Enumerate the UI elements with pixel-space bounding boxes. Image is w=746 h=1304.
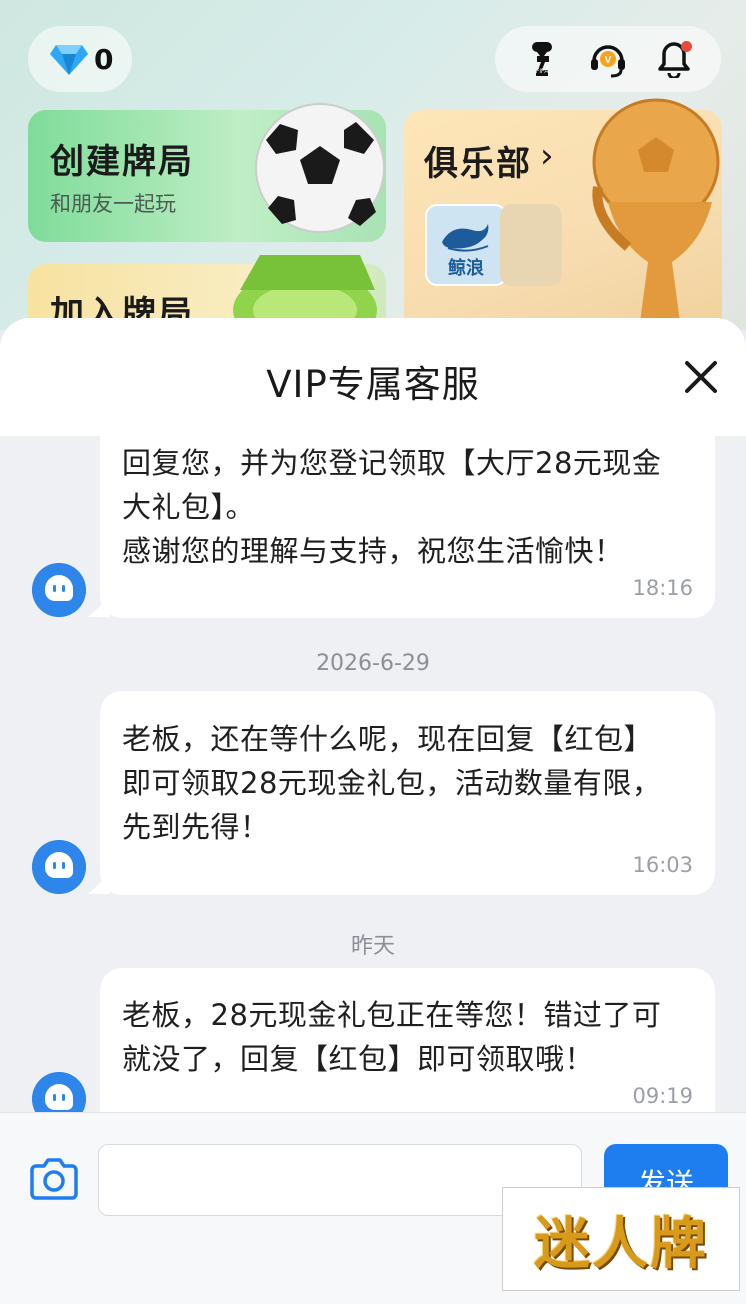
message-time: 16:03 [632,853,693,877]
trophy-icon [592,98,720,322]
svg-text:FIFA: FIFA [536,69,549,75]
notification-badge [681,41,692,52]
sheet-title: VIP专属客服 [266,363,480,406]
message-line: 老板，还在等什么呢，现在回复【红包】 [122,722,654,756]
message-time: 18:16 [632,576,693,600]
diamond-count: 0 [94,42,114,76]
vip-support-icon[interactable]: V [588,39,628,79]
notification-bell-icon[interactable] [654,39,694,79]
date-separator: 2026-6-29 [316,651,430,676]
top-icon-bar: FIFA V [495,26,721,92]
message-time: 09:19 [632,1084,693,1108]
message-line: 大礼包】。 [122,490,256,524]
support-agent-avatar-icon [32,1072,86,1112]
message-line: 老板，28元现金礼包正在等您！错过了可 [122,998,662,1032]
support-agent-avatar-icon [32,563,86,617]
club-title: 俱乐部 [424,144,532,184]
chevron-right-icon: › [540,136,556,176]
support-agent-avatar-icon [32,840,86,894]
camera-icon[interactable] [28,1156,80,1202]
soccer-ball-icon [255,103,385,233]
lobby-background: 0 FIFA V 创建牌局 和朋友一起玩 加入牌局 俱乐部 › 鲸浪 [0,0,746,330]
message-line: 就没了，回复【红包】即可领取哦！ [122,1042,595,1076]
create-game-title: 创建牌局 [50,142,194,182]
fifa-icon[interactable]: FIFA [522,39,562,79]
watermark-logo: 迷人牌 [502,1187,740,1291]
message-line: 即可领取28元现金礼包，活动数量有限， [122,766,662,800]
club-logo-name: 鲸浪 [448,258,484,279]
club-logo-secondary[interactable] [500,204,562,286]
message-line: 先到先得！ [122,810,270,844]
chat-message-list[interactable]: 回复您，并为您登记领取【大厅28元现金 大礼包】。 感谢您的理解与支持，祝您生活… [0,436,746,1112]
create-game-subtitle: 和朋友一起玩 [50,192,176,216]
svg-text:V: V [605,55,612,66]
close-icon[interactable] [676,352,726,402]
watermark-text: 迷人牌 [534,1210,708,1277]
diamond-icon [50,45,88,75]
message-line: 回复您，并为您登记领取【大厅28元现金 [122,446,662,480]
message-line: 感谢您的理解与支持，祝您生活愉快！ [122,534,624,568]
whale-icon [442,224,489,252]
date-separator: 昨天 [350,934,395,959]
diamond-balance[interactable]: 0 [28,26,132,92]
club-logo-whale[interactable]: 鲸浪 [425,204,507,286]
